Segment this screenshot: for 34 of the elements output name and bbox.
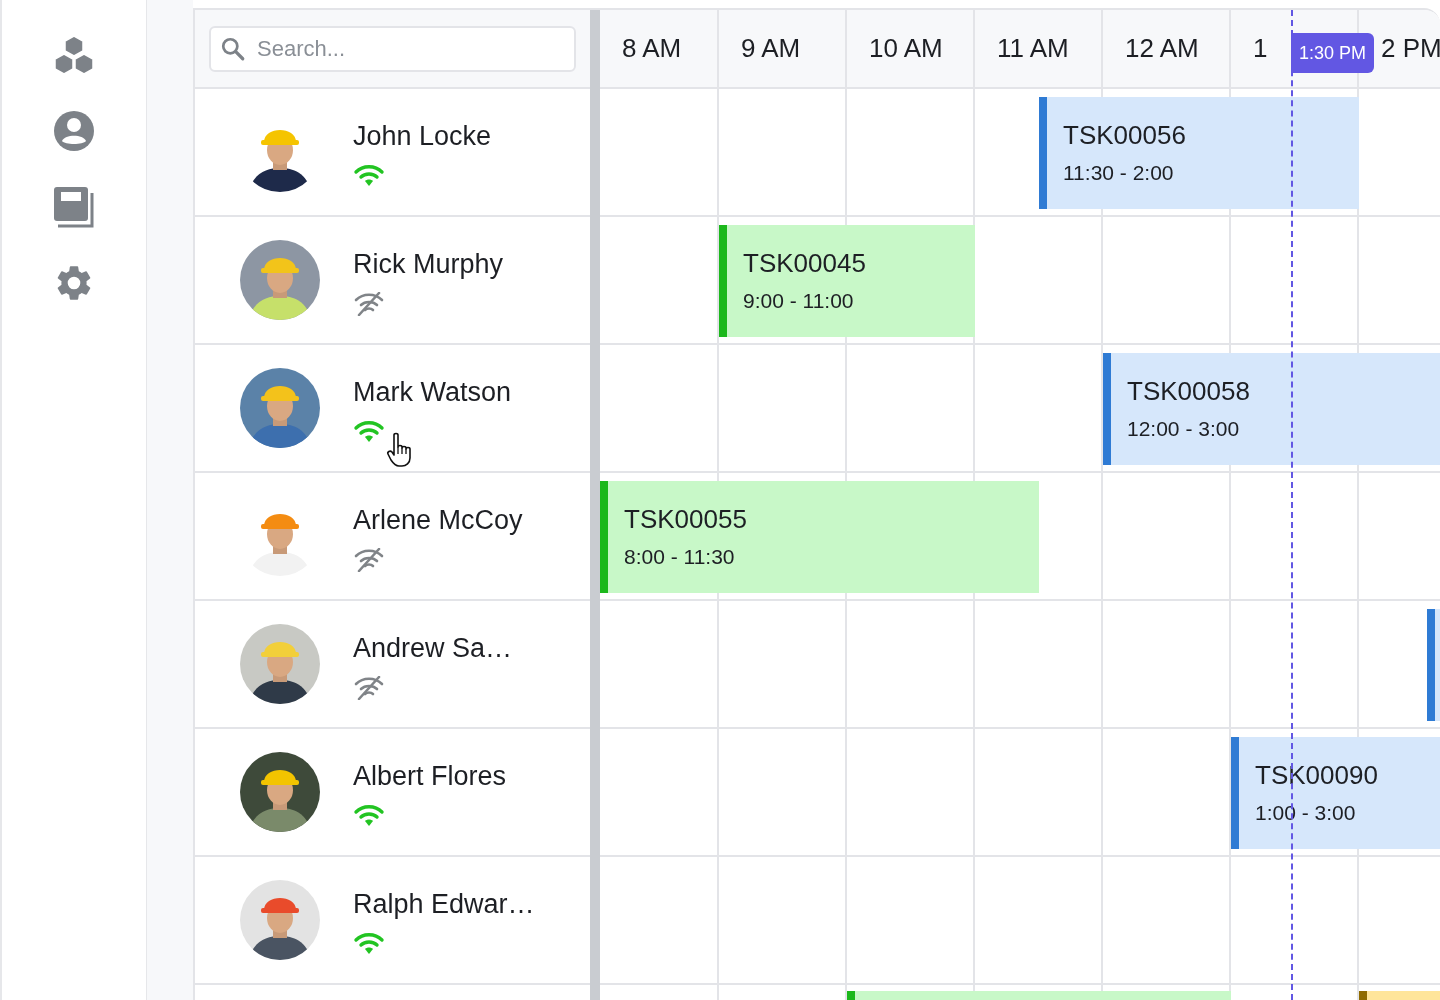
hour-label: 11 AM: [997, 32, 1069, 65]
task-block[interactable]: TSK00058 12:00 - 3:00: [1111, 353, 1440, 465]
task-block[interactable]: TSK00055 8:00 - 11:30: [608, 481, 1039, 593]
worker-name: Arlene McCoy: [353, 504, 523, 536]
hour-label: 12 AM: [1125, 32, 1199, 65]
task-time: 8:00 - 11:30: [624, 544, 736, 570]
worker-name: Mark Watson: [353, 376, 512, 408]
worker-name: Ralph Edwar…: [353, 888, 535, 920]
task-time: 12:00 - 3:00: [1127, 416, 1241, 442]
user-icon[interactable]: [53, 110, 95, 152]
task-time: 1:00 - 3:00: [1255, 800, 1357, 826]
task-time: 11:30 - 2:00: [1063, 160, 1175, 186]
hour-label: 1: [1253, 32, 1268, 65]
task-id: TSK00090: [1255, 760, 1379, 790]
task-id: TSK00055: [624, 504, 748, 534]
hour-label: 2 PM: [1381, 32, 1440, 65]
task-time: 9:00 - 11:00: [743, 288, 855, 314]
book-icon[interactable]: [53, 186, 95, 228]
task-block[interactable]: TSK00056 11:30 - 2:00: [1047, 97, 1359, 209]
task-block[interactable]: TSK00090 1:00 - 3:00: [1239, 737, 1440, 849]
task-id: TSK00045: [743, 248, 867, 278]
search-field[interactable]: Search...: [209, 25, 576, 72]
worker-name: Rick Murphy: [353, 248, 504, 280]
hour-label: 9 AM: [741, 32, 801, 65]
task-id: TSK00056: [1063, 120, 1187, 150]
hour-label: 8 AM: [622, 32, 682, 65]
task-id: TSK00058: [1127, 376, 1251, 406]
worker-name: Andrew Sa…: [353, 632, 513, 664]
current-time-badge: 1:30 PM: [1291, 33, 1375, 73]
worker-name: Albert Flores: [353, 760, 507, 792]
hour-label: 10 AM: [869, 32, 943, 65]
resize-handle[interactable]: [590, 10, 600, 1000]
worker-name: John Locke: [353, 120, 492, 152]
task-block[interactable]: TSK00045 9:00 - 11:00: [727, 225, 975, 337]
